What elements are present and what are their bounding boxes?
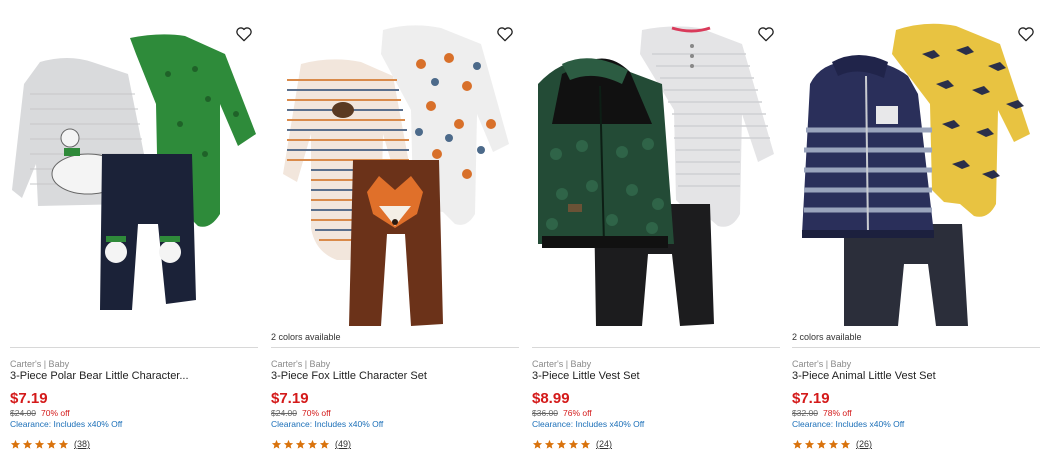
star-icon [58, 439, 69, 449]
brand-label: Carter's | Baby [10, 359, 70, 369]
star-icon [580, 439, 591, 449]
star-rating [792, 439, 851, 450]
brand-label: Carter's | Baby [271, 359, 331, 369]
original-price: $24.00 [271, 408, 297, 418]
original-price: $36.00 [532, 408, 558, 418]
product-image[interactable] [10, 14, 258, 330]
product-card[interactable]: 2 colors available Carter's | Baby 3-Pie… [792, 0, 1040, 457]
discount-label: 76% off [563, 408, 592, 418]
divider [792, 347, 1040, 348]
star-icon [816, 439, 827, 449]
star-rating [10, 439, 69, 450]
original-price-row: $36.00 76% off [532, 408, 592, 418]
rating: (26) [792, 437, 872, 451]
discount-label: 70% off [302, 408, 331, 418]
product-title-link[interactable]: 3-Piece Polar Bear Little Character... [10, 370, 258, 382]
sale-price: $7.19 [10, 390, 48, 407]
product-image[interactable] [532, 14, 780, 330]
star-rating [532, 439, 591, 450]
clearance-label: Clearance: Includes x40% Off [271, 419, 384, 429]
star-icon [556, 439, 567, 449]
rating: (24) [532, 437, 612, 451]
star-icon [319, 439, 330, 449]
brand-label: Carter's | Baby [532, 359, 592, 369]
divider [271, 347, 519, 348]
review-count-link[interactable]: (24) [596, 439, 612, 449]
star-icon [544, 439, 555, 449]
sale-price: $8.99 [532, 390, 570, 407]
divider [532, 347, 780, 348]
heart-outline-icon[interactable] [495, 24, 515, 44]
star-icon [283, 439, 294, 449]
star-rating [271, 439, 330, 450]
divider [10, 347, 258, 348]
product-image[interactable] [792, 14, 1040, 330]
brand-label: Carter's | Baby [792, 359, 852, 369]
rating: (49) [271, 437, 351, 451]
star-icon [46, 439, 57, 449]
review-count-link[interactable]: (38) [74, 439, 90, 449]
discount-label: 70% off [41, 408, 70, 418]
heart-outline-icon[interactable] [1016, 24, 1036, 44]
colors-available: 2 colors available [271, 332, 341, 342]
star-icon [271, 439, 282, 449]
rating: (38) [10, 437, 90, 451]
sale-price: $7.19 [271, 390, 309, 407]
original-price-row: $24.00 70% off [10, 408, 70, 418]
sale-price: $7.19 [792, 390, 830, 407]
star-icon [295, 439, 306, 449]
star-icon [532, 439, 543, 449]
original-price: $24.00 [10, 408, 36, 418]
star-icon [307, 439, 318, 449]
product-grid: Carter's | Baby 3-Piece Polar Bear Littl… [0, 0, 1052, 457]
product-card[interactable]: Carter's | Baby 3-Piece Polar Bear Littl… [10, 0, 258, 457]
original-price-row: $24.00 70% off [271, 408, 331, 418]
clearance-label: Clearance: Includes x40% Off [792, 419, 905, 429]
clearance-label: Clearance: Includes x40% Off [532, 419, 645, 429]
colors-available: 2 colors available [792, 332, 862, 342]
product-title-link[interactable]: 3-Piece Little Vest Set [532, 370, 780, 382]
star-icon [34, 439, 45, 449]
star-icon [22, 439, 33, 449]
discount-label: 78% off [823, 408, 852, 418]
heart-outline-icon[interactable] [756, 24, 776, 44]
product-card[interactable]: 2 colors available Carter's | Baby 3-Pie… [271, 0, 519, 457]
star-icon [792, 439, 803, 449]
star-icon [828, 439, 839, 449]
product-title-link[interactable]: 3-Piece Animal Little Vest Set [792, 370, 1040, 382]
product-title-link[interactable]: 3-Piece Fox Little Character Set [271, 370, 519, 382]
star-icon [804, 439, 815, 449]
review-count-link[interactable]: (49) [335, 439, 351, 449]
product-card[interactable]: Carter's | Baby 3-Piece Little Vest Set … [532, 0, 780, 457]
original-price: $32.00 [792, 408, 818, 418]
review-count-link[interactable]: (26) [856, 439, 872, 449]
original-price-row: $32.00 78% off [792, 408, 852, 418]
star-icon [10, 439, 21, 449]
clearance-label: Clearance: Includes x40% Off [10, 419, 123, 429]
heart-outline-icon[interactable] [234, 24, 254, 44]
star-icon [568, 439, 579, 449]
product-image[interactable] [271, 14, 519, 330]
star-icon [840, 439, 851, 449]
